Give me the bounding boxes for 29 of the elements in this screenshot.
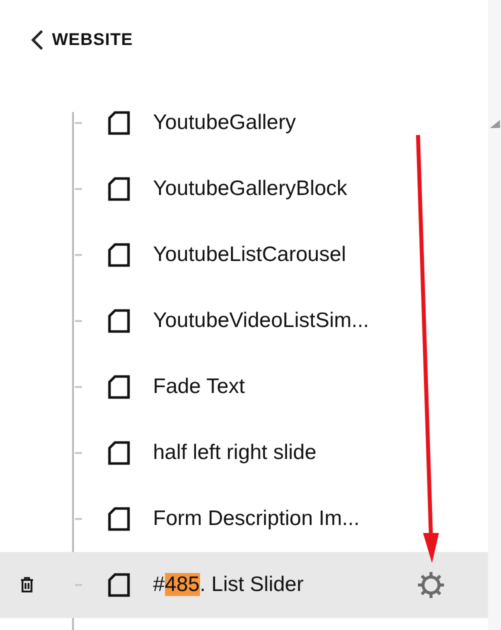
page-title: YoutubeListCarousel bbox=[153, 243, 346, 267]
page-row[interactable]: half left right slide bbox=[0, 420, 488, 486]
chevron-left-icon bbox=[30, 29, 44, 51]
page-icon bbox=[108, 177, 130, 201]
page-icon bbox=[108, 375, 130, 399]
page-row[interactable]: #485. List Slider bbox=[0, 552, 488, 618]
settings-icon[interactable] bbox=[416, 570, 446, 600]
page-title: YoutubeVideoListSim... bbox=[153, 309, 369, 333]
page-title: YoutubeGalleryBlock bbox=[153, 177, 348, 201]
page-icon bbox=[108, 111, 130, 135]
page-icon bbox=[108, 309, 130, 333]
page-icon bbox=[108, 243, 130, 267]
page-row[interactable]: YoutubeGallery bbox=[0, 90, 488, 156]
page-row[interactable]: YoutubeGalleryBlock bbox=[0, 156, 488, 222]
page-row[interactable]: Form Description Im... bbox=[0, 486, 488, 552]
page-row[interactable]: YoutubeVideoListSim... bbox=[0, 288, 488, 354]
page-title: Form Description Im... bbox=[153, 507, 360, 531]
page-title: #485. List Slider bbox=[153, 573, 304, 597]
page-icon bbox=[108, 507, 130, 531]
page-icon bbox=[108, 441, 130, 465]
page-title: Fade Text bbox=[153, 375, 245, 399]
back-button[interactable]: WEBSITE bbox=[30, 29, 133, 51]
page-icon bbox=[108, 573, 130, 597]
page-title: half left right slide bbox=[153, 441, 316, 465]
page-row[interactable]: Fade Text bbox=[0, 354, 488, 420]
page-row[interactable]: YoutubeListCarousel bbox=[0, 222, 488, 288]
page-title: YoutubeGallery bbox=[153, 111, 296, 135]
scroll-up-icon[interactable] bbox=[490, 120, 500, 128]
trash-icon[interactable] bbox=[20, 577, 34, 593]
